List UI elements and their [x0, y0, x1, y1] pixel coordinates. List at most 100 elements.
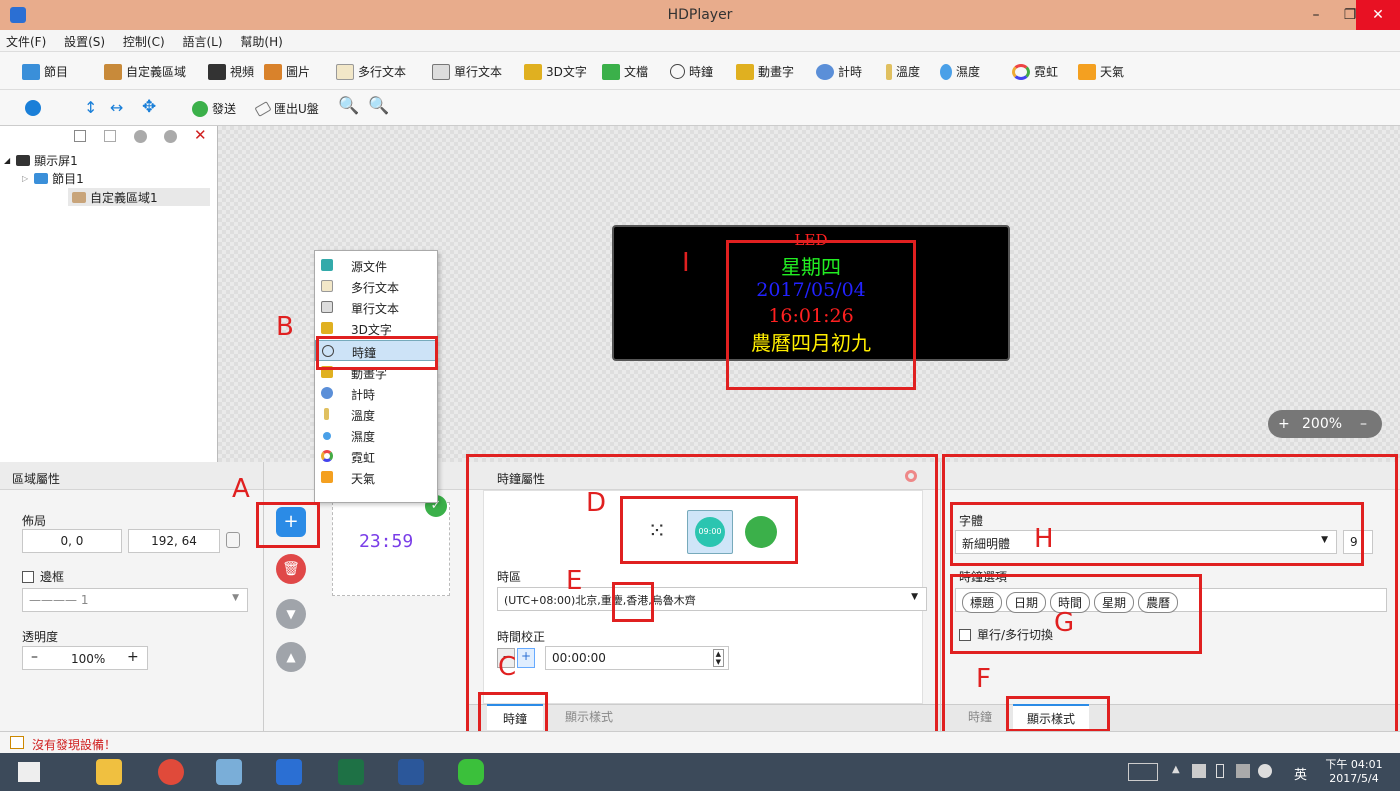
send-button[interactable]: 發送 [192, 100, 236, 117]
timer-button[interactable]: 計時 [816, 63, 862, 80]
singleline-text-button[interactable]: 單行文本 [432, 63, 502, 80]
multiline-text-icon [336, 63, 354, 80]
weather-button[interactable]: 天氣 [1078, 63, 1124, 80]
neon-button[interactable]: 霓虹 [1012, 63, 1058, 80]
multiline-text-button[interactable]: 多行文本 [336, 63, 406, 80]
size-field[interactable]: 192, 64 [128, 529, 220, 553]
opacity-increase-button[interactable]: + [127, 649, 139, 665]
zoom-in-button[interactable]: + [1278, 410, 1290, 438]
border-style-select[interactable]: ———— 1 ▼ [22, 588, 248, 612]
zoom-out-button[interactable]: – [1360, 410, 1367, 438]
zoom-in-icon[interactable]: 🔍 [338, 96, 359, 116]
custom-area-button[interactable]: 自定義區域 [104, 63, 186, 80]
wifi-icon[interactable] [1236, 764, 1250, 778]
hdplayer-taskbar-icon[interactable] [276, 759, 302, 785]
menu-item-humidity[interactable]: 濕度 [315, 425, 437, 446]
video-icon [208, 63, 226, 80]
delete-element-button[interactable]: 🗑 [276, 554, 306, 584]
device-list-icon[interactable] [10, 736, 24, 749]
usb-icon [254, 100, 272, 117]
timer-icon [816, 63, 834, 80]
opacity-decrease-button[interactable]: – [31, 649, 38, 665]
program-icon [22, 63, 40, 80]
video-button[interactable]: 視頻 [208, 63, 254, 80]
opacity-field[interactable]: – 100% + [22, 646, 148, 670]
neon-icon [321, 450, 333, 462]
menu-item-source-file[interactable]: 源文件 [315, 255, 437, 276]
border-checkbox[interactable]: 邊框 [22, 568, 64, 585]
file-explorer-icon[interactable] [96, 759, 122, 785]
excel-icon[interactable] [338, 759, 364, 785]
temperature-button[interactable]: 溫度 [886, 63, 920, 80]
menu-item-temperature[interactable]: 溫度 [315, 404, 437, 425]
tree-item-screen[interactable]: ◢ 顯示屏1 [4, 152, 78, 169]
menu-item-weather[interactable]: 天氣 [315, 467, 437, 488]
delete-icon[interactable]: ✕ [194, 126, 207, 144]
annotation-label-E: E [566, 566, 583, 596]
position-field[interactable]: 0, 0 [22, 529, 122, 553]
paste-icon[interactable] [104, 130, 116, 142]
zoom-control: + 200% – [1268, 410, 1382, 438]
taskbar-clock[interactable]: 下午 04:01 2017/5/4 [1322, 756, 1386, 785]
text3d-icon [524, 63, 542, 80]
clock-element-thumbnail[interactable]: 23:59 ✓ [332, 495, 450, 596]
close-button[interactable]: ✕ [1356, 0, 1400, 30]
menu-control[interactable]: 控制(C) [123, 30, 165, 50]
tree-item-program[interactable]: ▷ 節目1 [22, 170, 84, 187]
annotation-label-C: C [498, 652, 517, 682]
animated-text-button[interactable]: 動畫字 [736, 63, 794, 80]
thermometer-icon [324, 408, 329, 420]
animated-text-icon [736, 63, 754, 80]
menu-item-singleline[interactable]: 單行文本 [315, 297, 437, 318]
annotation-box-I [726, 240, 916, 390]
menu-item-multiline[interactable]: 多行文本 [315, 276, 437, 297]
annotation-label-A: A [232, 474, 250, 504]
keyboard-icon[interactable] [1128, 763, 1158, 781]
send-icon [192, 100, 208, 117]
word-icon[interactable] [398, 759, 424, 785]
annotation-label-D: D [586, 488, 607, 518]
export-usb-button[interactable]: 匯出U盤 [254, 100, 319, 117]
singleline-icon [321, 301, 333, 313]
copy-icon[interactable] [74, 130, 86, 142]
volume-icon[interactable] [1258, 764, 1272, 778]
horizontal-resize-icon[interactable]: ↔ [110, 98, 123, 117]
annotation-box-H [950, 502, 1364, 566]
move-up-button[interactable]: ▲ [276, 642, 306, 672]
lock-icon[interactable] [226, 532, 240, 548]
paint-icon[interactable] [216, 759, 242, 785]
text3d-button[interactable]: 3D文字 [524, 63, 587, 80]
move-up-icon[interactable] [134, 130, 147, 143]
tree-item-area[interactable]: 自定義區域1 [68, 188, 210, 206]
source-file-icon [321, 259, 333, 271]
menu-help[interactable]: 幫助(H) [240, 30, 282, 50]
line-icon[interactable] [458, 759, 484, 785]
annotation-label-F: F [976, 664, 991, 694]
move-icon[interactable]: ✥ [142, 97, 156, 117]
menu-language[interactable]: 語言(L) [183, 30, 223, 50]
windows-start-icon[interactable] [18, 762, 40, 782]
menu-item-timer[interactable]: 計時 [315, 383, 437, 404]
tray-network-icon[interactable] [1192, 764, 1206, 778]
battery-icon[interactable] [1216, 764, 1224, 778]
clock-button[interactable]: 時鐘 [670, 63, 713, 80]
weather-icon [1078, 63, 1096, 80]
opacity-label: 透明度 [22, 630, 59, 644]
image-button[interactable]: 圖片 [264, 63, 310, 80]
chrome-icon[interactable] [158, 759, 184, 785]
zoom-out-icon[interactable]: 🔍 [368, 96, 389, 116]
menu-item-neon[interactable]: 霓虹 [315, 446, 437, 467]
move-down-button[interactable]: ▼ [276, 599, 306, 629]
ime-indicator[interactable]: 英 [1294, 764, 1307, 783]
vertical-resize-icon[interactable]: ↕ [84, 98, 97, 117]
area-properties-panel: 區域屬性 佈局 0, 0 192, 64 邊框 ———— 1 ▼ 透明度 – 10… [0, 462, 264, 731]
humidity-button[interactable]: 濕度 [940, 63, 980, 80]
document-button[interactable]: 文檔 [602, 63, 648, 80]
droplet-icon [940, 63, 952, 80]
tray-expand-icon[interactable]: ▲ [1172, 764, 1180, 775]
move-down-icon[interactable] [164, 130, 177, 143]
menu-file[interactable]: 文件(F) [6, 30, 46, 50]
play-icon[interactable] [25, 100, 41, 116]
program-button[interactable]: 節目 [22, 63, 68, 80]
menu-settings[interactable]: 設置(S) [64, 30, 105, 50]
